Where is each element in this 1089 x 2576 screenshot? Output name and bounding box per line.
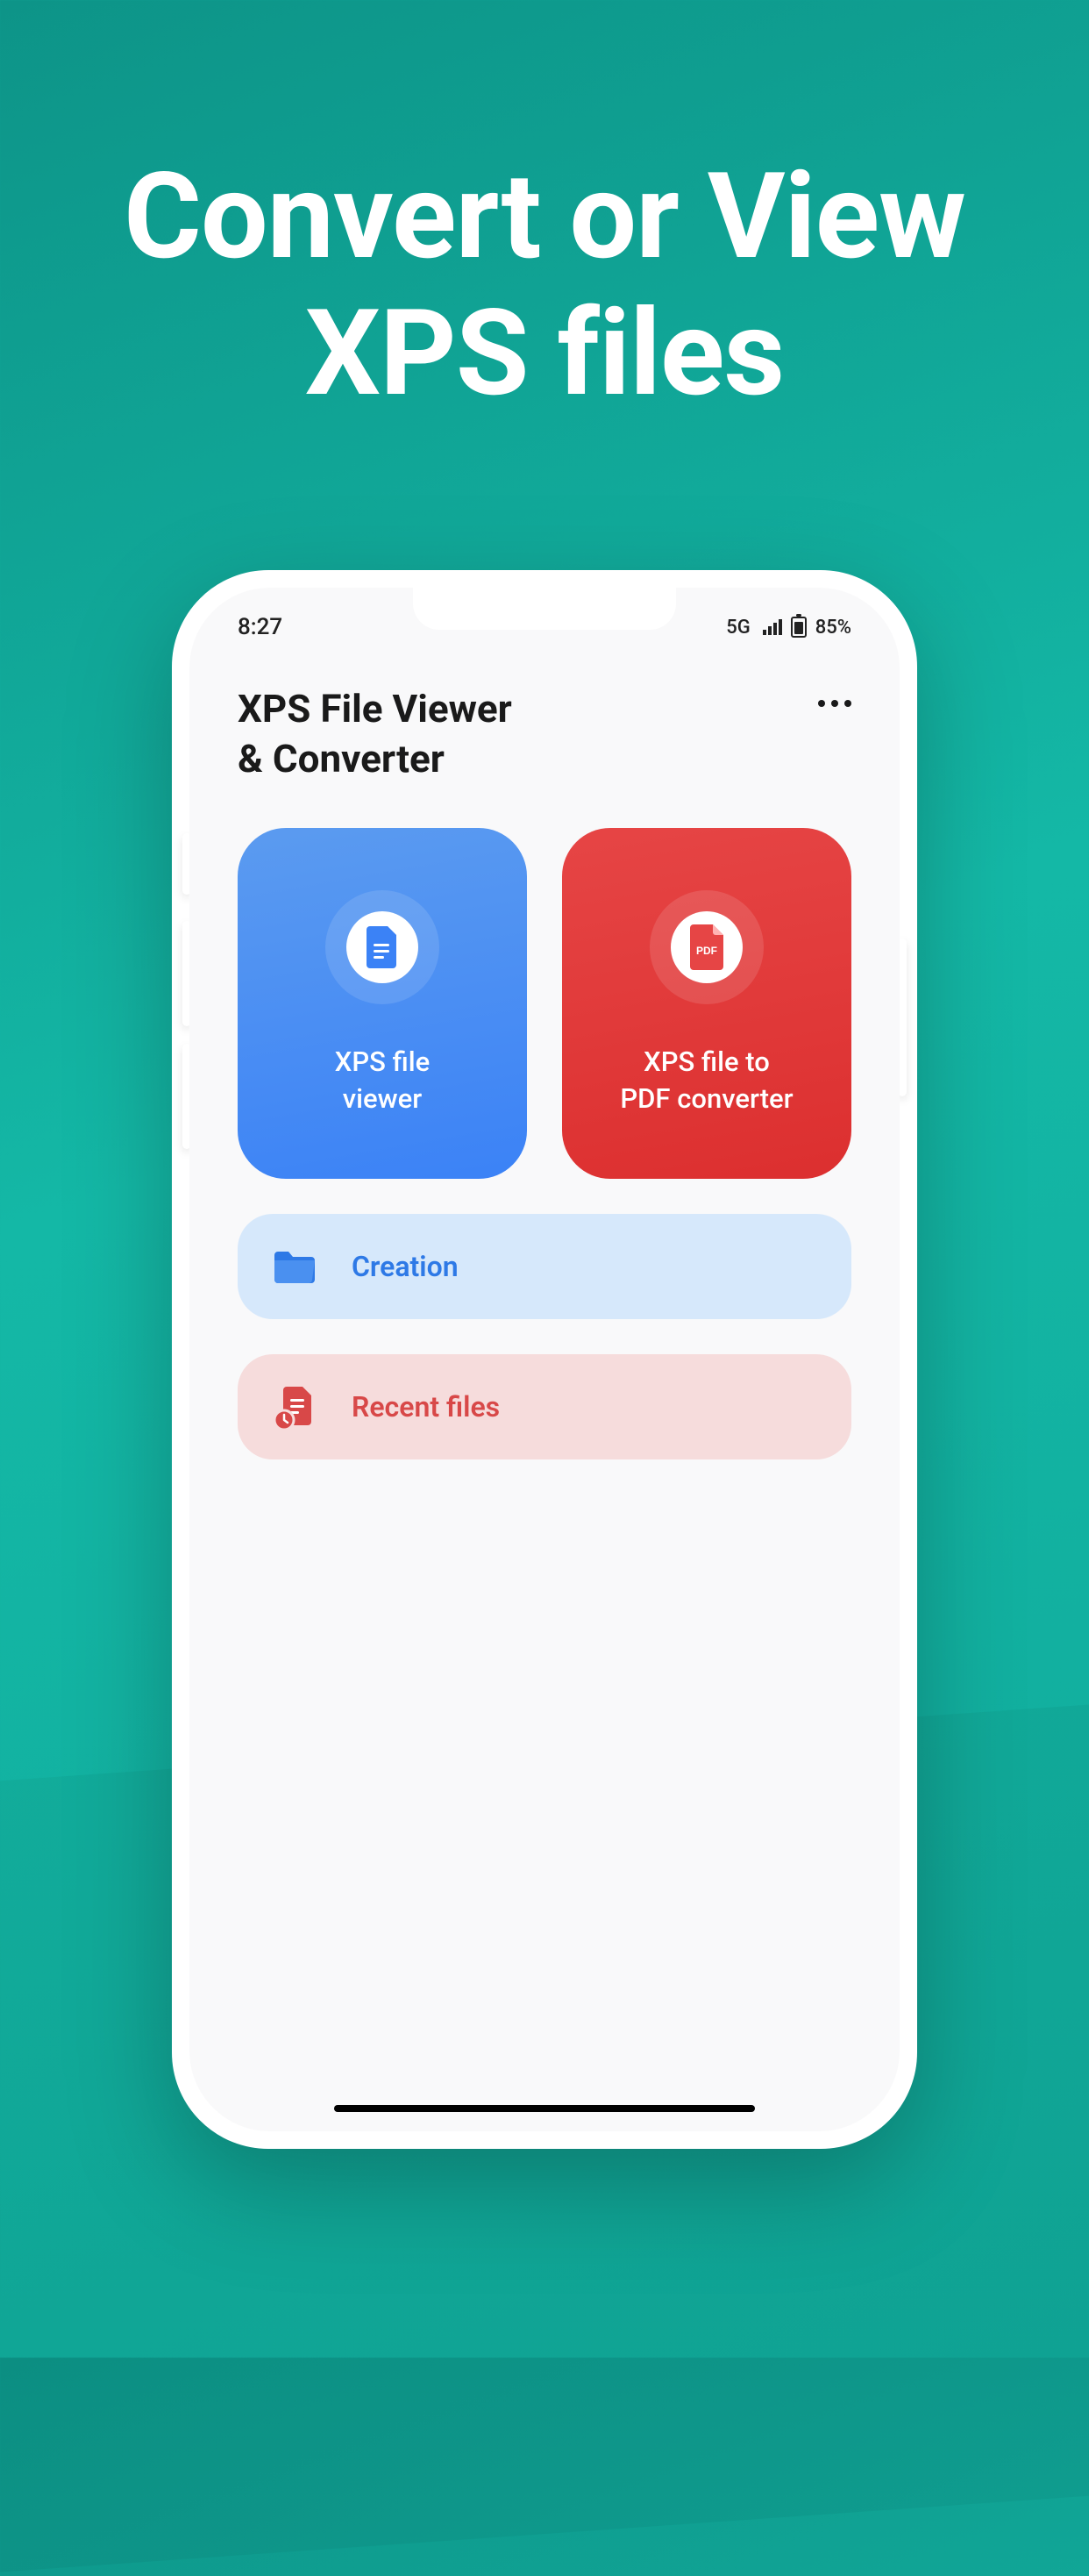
- pdf-icon: PDF: [650, 890, 764, 1004]
- status-battery-pct: 85%: [815, 617, 851, 639]
- app-title-line2: & Converter: [238, 736, 445, 781]
- xps-to-pdf-card[interactable]: PDF XPS file to PDF converter: [562, 828, 851, 1179]
- hero-line2: XPS files: [305, 284, 785, 424]
- status-time: 8:27: [238, 614, 282, 640]
- creation-button[interactable]: Creation: [238, 1214, 851, 1319]
- app-header: XPS File Viewer & Converter: [189, 640, 900, 784]
- phone-frame: 8:27 5G 85% XPS File Viewer & Converter: [172, 570, 917, 2149]
- hero-line1: Convert or View: [124, 147, 965, 287]
- phone-screen: 8:27 5G 85% XPS File Viewer & Converter: [189, 588, 900, 2131]
- status-network: 5G: [726, 617, 751, 639]
- creation-label: Creation: [352, 1250, 459, 1283]
- phone-notch: [413, 588, 676, 630]
- hero-title: Convert or View XPS files: [0, 0, 1089, 424]
- battery-icon: [791, 617, 807, 638]
- signal-icon: [763, 619, 782, 635]
- recent-files-label: Recent files: [352, 1390, 500, 1424]
- home-indicator[interactable]: [334, 2105, 755, 2112]
- viewer-card-label: XPS file viewer: [335, 1044, 430, 1117]
- app-title-line1: XPS File Viewer: [238, 686, 512, 731]
- more-menu-button[interactable]: [818, 700, 851, 707]
- svg-text:PDF: PDF: [696, 945, 717, 957]
- status-right: 5G 85%: [726, 617, 851, 639]
- folder-icon: [273, 1245, 317, 1288]
- main-cards: XPS file viewer PDF XPS file to: [189, 784, 900, 1179]
- app-title: XPS File Viewer & Converter: [238, 684, 512, 784]
- recent-files-button[interactable]: Recent files: [238, 1354, 851, 1459]
- recent-files-icon: [273, 1385, 317, 1429]
- document-icon: [325, 890, 439, 1004]
- converter-card-label: XPS file to PDF converter: [620, 1044, 793, 1117]
- xps-viewer-card[interactable]: XPS file viewer: [238, 828, 527, 1179]
